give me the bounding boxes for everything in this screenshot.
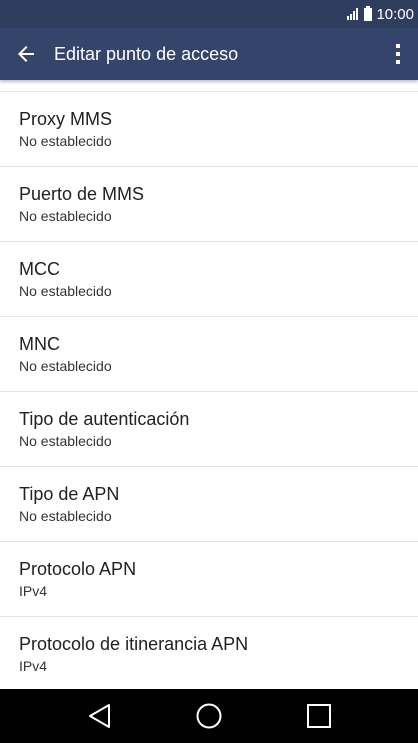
recents-square-icon (307, 704, 331, 728)
setting-mms-port[interactable]: Puerto de MMS No establecido (0, 167, 418, 242)
setting-summary: IPv4 (19, 658, 48, 674)
setting-proxy-mms[interactable]: Proxy MMS No establecido (0, 92, 418, 167)
nav-recents-button[interactable] (289, 689, 349, 743)
setting-title: Tipo de autenticación (19, 409, 190, 429)
signal-icon (346, 8, 359, 20)
setting-summary: No establecido (19, 433, 112, 449)
status-time: 10:00 (376, 5, 414, 23)
battery-icon (364, 5, 373, 21)
app-bar: Editar punto de acceso (0, 28, 418, 80)
setting-summary: IPv4 (19, 583, 48, 599)
setting-mnc[interactable]: MNC No establecido (0, 317, 418, 392)
setting-apn-protocol[interactable]: Protocolo APN IPv4 (0, 542, 418, 617)
arrow-left-icon (18, 46, 34, 62)
setting-title: MNC (19, 334, 60, 354)
status-bar: 10:00 (0, 0, 418, 28)
navigation-bar (0, 689, 418, 743)
nav-home-button[interactable] (179, 689, 239, 743)
more-options-button[interactable] (378, 28, 418, 80)
setting-title: MCC (19, 259, 60, 279)
setting-title: Tipo de APN (19, 484, 120, 504)
list-divider (0, 80, 418, 92)
setting-apn-roaming-protocol[interactable]: Protocolo de itinerancia APN IPv4 (0, 617, 418, 689)
back-button[interactable] (0, 28, 52, 80)
setting-apn-type[interactable]: Tipo de APN No establecido (0, 467, 418, 542)
setting-summary: No establecido (19, 283, 112, 299)
setting-title: Puerto de MMS (19, 184, 145, 204)
home-circle-icon (196, 703, 222, 729)
setting-title: Protocolo de itinerancia APN (19, 634, 249, 654)
more-vert-icon (396, 44, 400, 64)
setting-title: Proxy MMS (19, 109, 113, 129)
setting-summary: No establecido (19, 133, 112, 149)
setting-title: Protocolo APN (19, 559, 137, 579)
page-title: Editar punto de acceso (54, 43, 239, 64)
setting-mcc[interactable]: MCC No establecido (0, 242, 418, 317)
setting-summary: No establecido (19, 208, 112, 224)
back-triangle-icon (89, 704, 110, 728)
settings-list: Proxy MMS No establecido Puerto de MMS N… (0, 80, 418, 689)
setting-summary: No establecido (19, 508, 112, 524)
nav-back-button[interactable] (70, 689, 130, 743)
setting-summary: No establecido (19, 358, 112, 374)
setting-auth-type[interactable]: Tipo de autenticación No establecido (0, 392, 418, 467)
